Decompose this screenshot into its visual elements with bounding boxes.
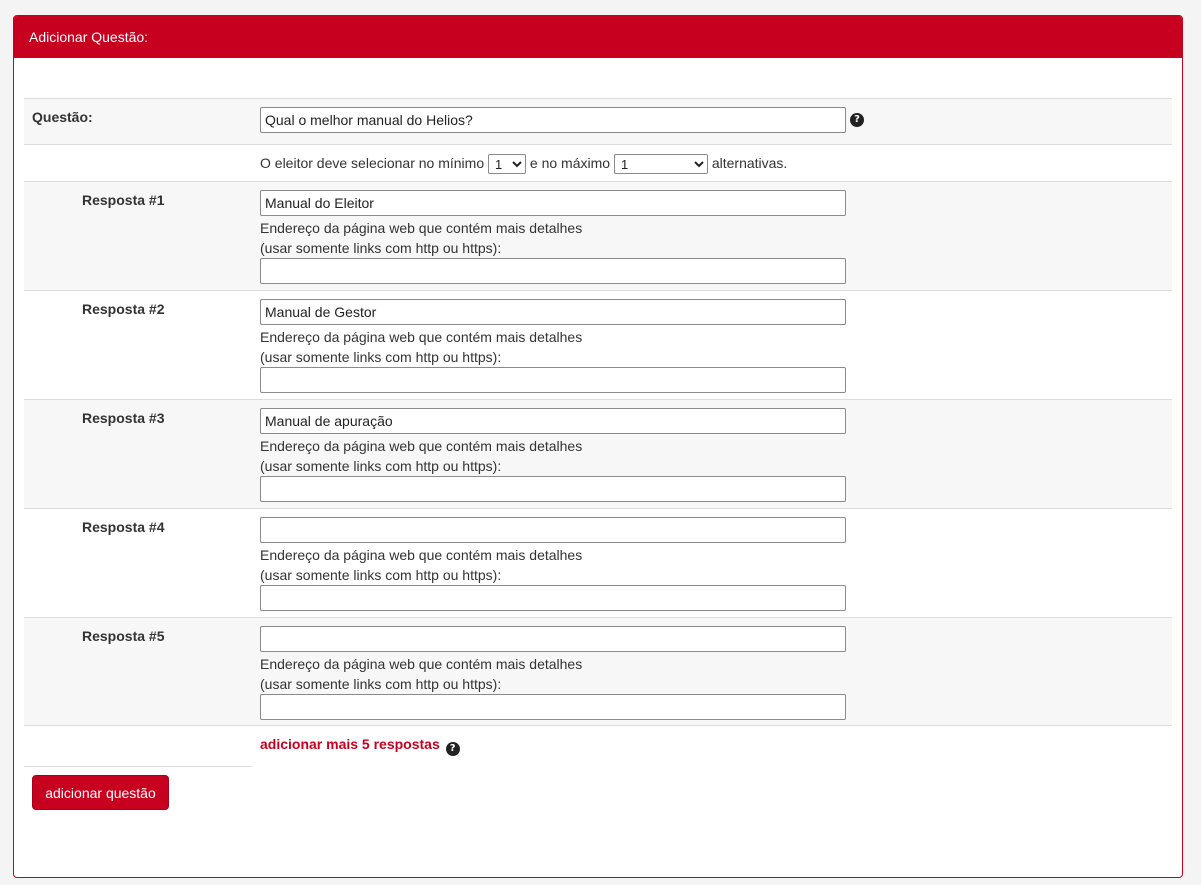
url-label-line2: (usar somente links com http ou https): (260, 458, 502, 474)
answer-input-2[interactable] (260, 299, 846, 325)
question-circle-icon[interactable]: ? (445, 742, 460, 756)
answer-label-5: Resposta #5 (82, 628, 165, 644)
question-circle-icon[interactable]: ? (850, 113, 864, 127)
answer-url-input-4[interactable] (260, 585, 846, 611)
question-form: Questão: ? O eleitor deve selecionar no … (24, 98, 1172, 766)
url-label-line2: (usar somente links com http ou https): (260, 349, 502, 365)
answer-input-4[interactable] (260, 517, 846, 543)
min-select[interactable]: 1 (488, 154, 526, 175)
answer-label-1: Resposta #1 (82, 192, 165, 208)
add-more-label: adicionar mais 5 respostas (260, 736, 440, 752)
answer-field-col-4: Endereço da página web que contém mais d… (260, 517, 846, 611)
answer-url-input-5[interactable] (260, 694, 846, 720)
answer-input-3[interactable] (260, 408, 846, 434)
add-more-row: adicionar mais 5 respostas ? (24, 726, 1172, 766)
answer-row-1: Resposta #1 Endereço da página web que c… (24, 181, 1172, 290)
answer-field-col-5: Endereço da página web que contém mais d… (260, 626, 846, 720)
question-field-col (260, 107, 846, 133)
answer-row-5: Resposta #5 Endereço da página web que c… (24, 617, 1172, 726)
url-label-line1: Endereço da página web que contém mais d… (260, 329, 583, 345)
answer-field-col-3: Endereço da página web que contém mais d… (260, 408, 846, 502)
answer-url-input-2[interactable] (260, 367, 846, 393)
question-input[interactable] (260, 107, 846, 133)
url-label-line1: Endereço da página web que contém mais d… (260, 547, 583, 563)
url-label-line1: Endereço da página web que contém mais d… (260, 656, 583, 672)
answer-row-2: Resposta #2 Endereço da página web que c… (24, 290, 1172, 399)
answer-row-4: Resposta #4 Endereço da página web que c… (24, 508, 1172, 617)
selection-suffix: alternativas. (711, 155, 788, 171)
panel-title: Adicionar Questão: (29, 29, 149, 45)
url-label-line1: Endereço da página web que contém mais d… (260, 438, 583, 454)
add-question-panel: Adicionar Questão: Questão: ? O eleitor … (13, 15, 1183, 878)
selection-row: O eleitor deve selecionar no mínimo 1 e … (24, 144, 1172, 181)
max-select[interactable]: 1 (613, 154, 708, 175)
question-label: Questão: (32, 109, 93, 125)
url-label-line2: (usar somente links com http ou https): (260, 567, 502, 583)
answer-input-1[interactable] (260, 190, 846, 216)
answer-field-col-1: Endereço da página web que contém mais d… (260, 190, 846, 284)
url-label-line2: (usar somente links com http ou https): (260, 676, 502, 692)
panel-header: Adicionar Questão: (14, 16, 1182, 58)
answer-label-3: Resposta #3 (82, 410, 165, 426)
selection-middle: e no máximo (529, 155, 611, 171)
selection-line: O eleitor deve selecionar no mínimo 1 e … (260, 153, 788, 175)
answer-label-4: Resposta #4 (82, 519, 165, 535)
answer-url-input-3[interactable] (260, 476, 846, 502)
question-row: Questão: ? (24, 98, 1172, 144)
submit-divider (24, 766, 252, 767)
answer-label-2: Resposta #2 (82, 301, 165, 317)
url-label-line2: (usar somente links com http ou https): (260, 240, 502, 256)
add-question-button[interactable]: adicionar questão (32, 775, 169, 810)
url-label-line1: Endereço da página web que contém mais d… (260, 220, 583, 236)
answer-row-3: Resposta #3 Endereço da página web que c… (24, 399, 1172, 508)
add-more-answers-link[interactable]: adicionar mais 5 respostas ? (260, 736, 460, 756)
answer-url-input-1[interactable] (260, 258, 846, 284)
answer-input-5[interactable] (260, 626, 846, 652)
answer-field-col-2: Endereço da página web que contém mais d… (260, 299, 846, 393)
selection-prefix: O eleitor deve selecionar no mínimo (260, 155, 485, 171)
